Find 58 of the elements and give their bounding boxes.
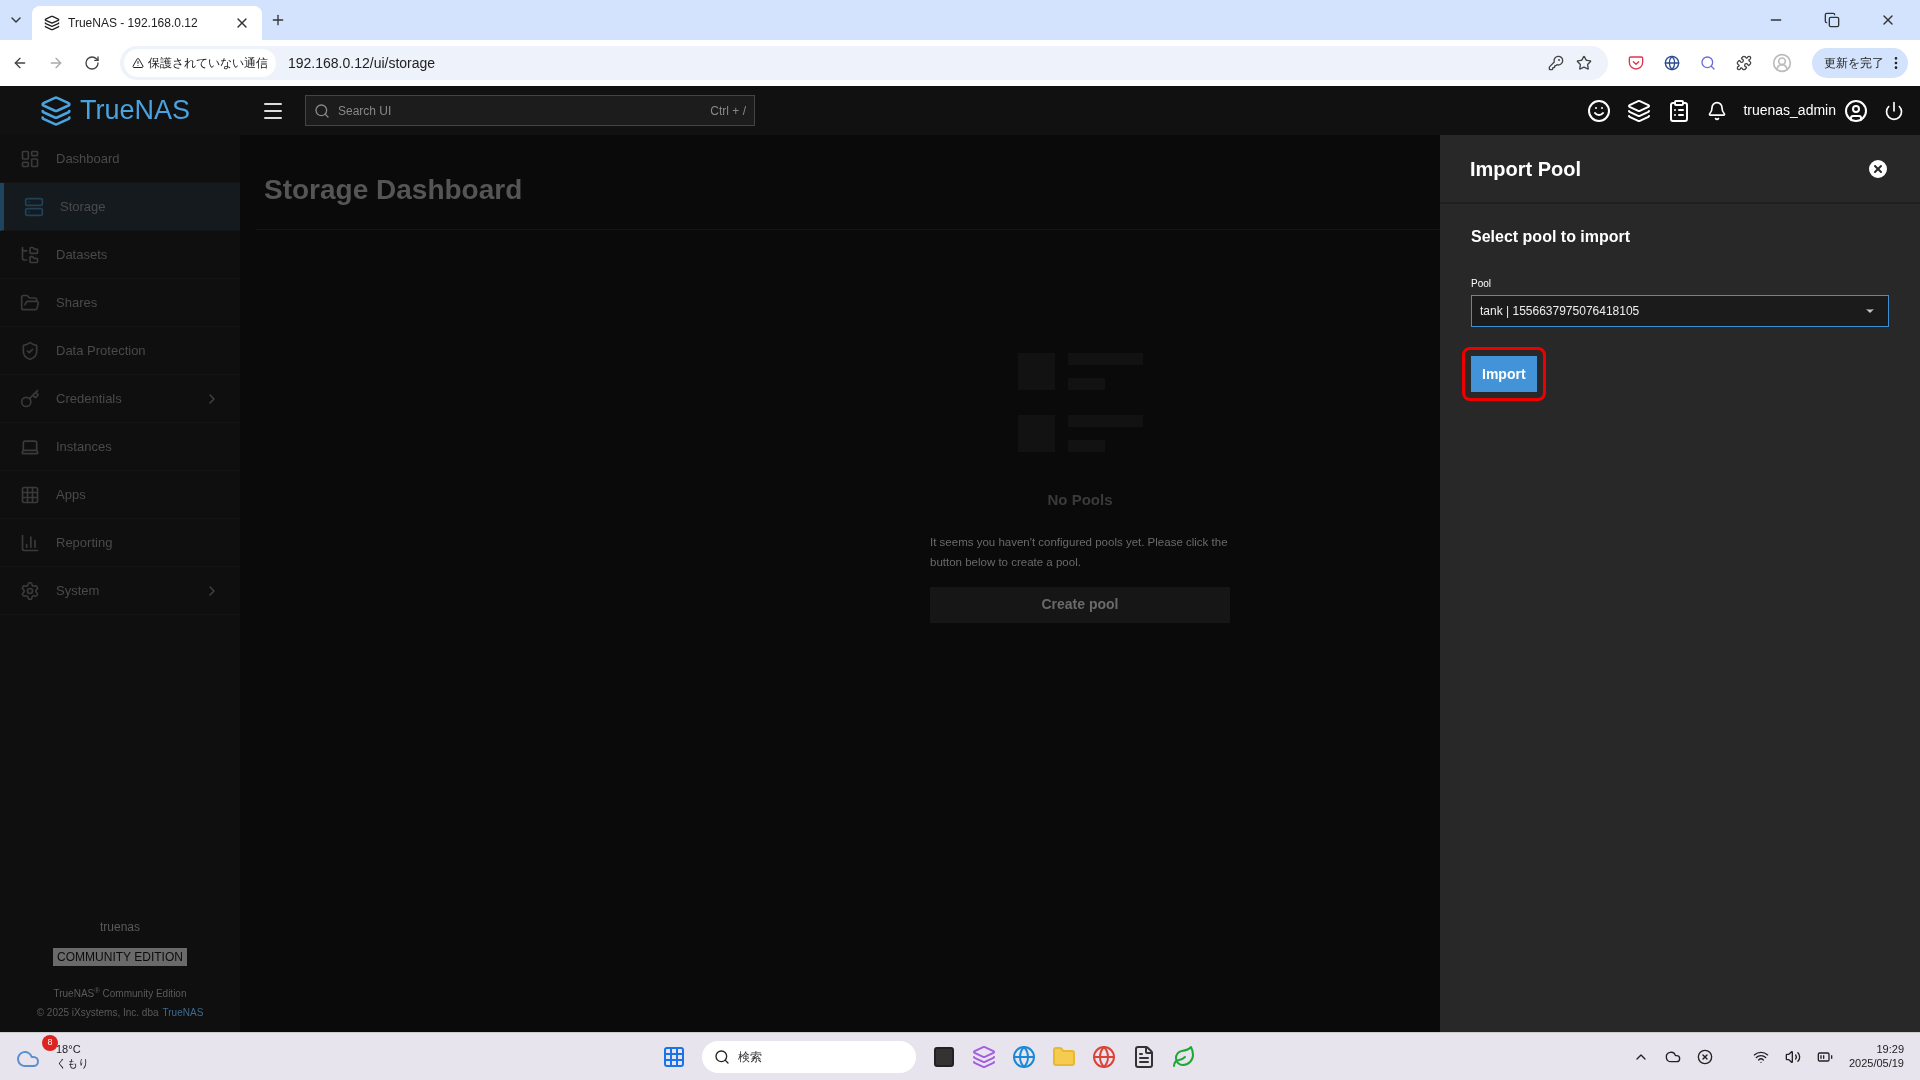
shortcut-hint: Ctrl + / (710, 102, 746, 120)
browser-tab[interactable]: TrueNAS - 192.168.0.12 (32, 6, 262, 40)
import-button[interactable]: Import (1471, 356, 1537, 392)
app-logo[interactable]: TrueNAS (80, 90, 191, 131)
logo-icon (40, 94, 72, 127)
back-icon[interactable] (12, 55, 28, 71)
page-title: Storage Dashboard (264, 173, 523, 207)
weather-text: くもり (56, 1056, 89, 1071)
create-pool-button[interactable]: Create pool (930, 586, 1230, 623)
bookmark-icon[interactable] (1576, 55, 1592, 71)
notifications-icon[interactable] (1707, 100, 1728, 121)
clock-time[interactable]: 19:29 (1876, 1042, 1904, 1057)
url-text: 192.168.0.12/ui/storage (288, 53, 437, 73)
feedback-icon[interactable] (1587, 98, 1612, 123)
nav-icon (20, 388, 40, 409)
reload-icon[interactable] (84, 55, 100, 71)
weather-temp: 18°C (56, 1042, 82, 1057)
site-logo-icon (44, 15, 60, 31)
nav-icon (20, 292, 40, 313)
empty-message: It seems you haven't configured pools yet. Please click the button below to create a pool. (930, 534, 1229, 570)
taskbar-search[interactable]: 検索 (702, 1040, 917, 1073)
security-chip[interactable]: 保護されていない通信 (124, 49, 276, 77)
nav-icon (20, 244, 40, 265)
nav-icon (20, 484, 40, 505)
power-icon[interactable] (1884, 100, 1904, 121)
weather-badge: 8 (42, 1034, 58, 1051)
truenas-link[interactable]: TrueNAS (162, 1005, 204, 1020)
copyright-text: © 2025 iXsystems, Inc. dba (36, 1006, 159, 1020)
clock-date[interactable]: 2025/05/19 (1848, 1056, 1904, 1071)
edition-badge: COMMUNITY EDITION (53, 948, 187, 966)
pocket-icon[interactable] (1628, 55, 1644, 71)
product-name: TrueNAS$^{®}$ Community Edition (53, 986, 187, 1001)
update-button[interactable]: 更新を完了 (1812, 48, 1908, 78)
warning-icon (132, 57, 144, 69)
new-tab-icon[interactable] (270, 12, 286, 28)
nav-icon (20, 340, 40, 361)
extensions-icon[interactable] (1736, 55, 1752, 71)
user-icon[interactable] (1844, 98, 1868, 123)
volume-icon[interactable] (1784, 1048, 1801, 1065)
panel-subtitle: Select pool to import (1471, 227, 1632, 247)
panel-title: Import Pool (1470, 156, 1582, 182)
field-label: Pool (1471, 277, 1492, 291)
username[interactable]: truenas_admin (1743, 100, 1836, 121)
restore-icon[interactable] (1824, 12, 1840, 28)
nav-icon (20, 148, 40, 169)
search-field[interactable]: Search UI Ctrl + / (305, 95, 755, 126)
search-icon (314, 102, 330, 119)
start-icon[interactable] (662, 1044, 687, 1069)
app-tray-icon[interactable] (1696, 1048, 1713, 1065)
nav-icon (20, 532, 40, 553)
nav-icon (24, 196, 44, 217)
key-icon[interactable] (1548, 55, 1564, 71)
hostname: truenas (100, 919, 140, 936)
search-input[interactable]: Search UI (338, 101, 703, 120)
address-bar[interactable]: 保護されていない通信 192.168.0.12/ui/storage (120, 46, 1608, 80)
pool-select[interactable]: tank | 1556637975076418105 (1471, 295, 1889, 327)
search-icon (714, 1048, 731, 1065)
nav-icon (20, 580, 40, 601)
